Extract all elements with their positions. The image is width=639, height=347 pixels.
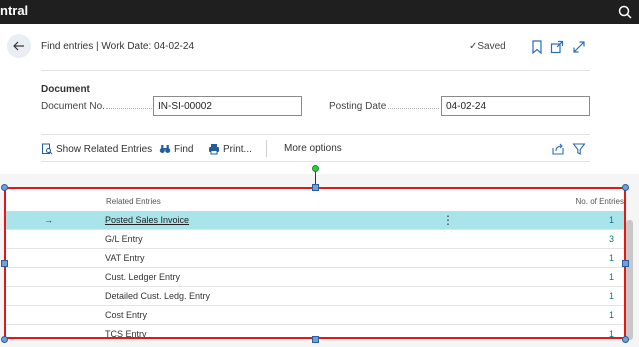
page-header-area: Find entries | Work Date: 04-02-24 ✓Save… (0, 24, 639, 174)
show-related-entries-button[interactable]: Show Related Entries (41, 143, 152, 155)
saved-status: ✓Saved (469, 41, 506, 52)
document-no-label: Document No. (41, 101, 105, 112)
resize-handle-bottom[interactable] (312, 336, 319, 343)
print-button[interactable]: Print... (208, 143, 252, 155)
find-label: Find (174, 143, 194, 155)
more-options-button[interactable]: More options (284, 143, 342, 154)
print-label: Print... (223, 143, 252, 155)
open-new-window-icon[interactable] (550, 40, 564, 54)
posting-date-leader (388, 108, 439, 109)
document-section-title: Document (41, 84, 90, 95)
back-button[interactable] (7, 34, 31, 58)
page-title: Find entries | Work Date: 04-02-24 (41, 41, 195, 52)
filter-icon[interactable] (572, 142, 586, 156)
expand-icon[interactable] (572, 40, 586, 54)
search-icon[interactable] (617, 4, 633, 20)
arrow-left-icon (13, 41, 24, 51)
more-options-label: More options (284, 143, 342, 154)
action-separator (266, 140, 267, 157)
binoculars-icon (159, 145, 171, 153)
rotation-handle[interactable] (312, 165, 319, 172)
posting-date-label: Posting Date (329, 101, 387, 112)
posting-date-field[interactable]: 04-02-24 (441, 96, 590, 116)
resize-handle-top-left[interactable] (1, 184, 8, 191)
bookmark-icon[interactable] (530, 40, 544, 54)
share-icon[interactable] (551, 142, 565, 156)
find-button[interactable]: Find (159, 143, 193, 155)
document-no-leader (106, 108, 152, 109)
resize-handle-bottom-right[interactable] (622, 336, 629, 343)
app-brand: ntral (0, 3, 29, 18)
resize-handle-bottom-left[interactable] (1, 336, 8, 343)
show-related-entries-label: Show Related Entries (56, 143, 153, 155)
app-top-bar: ntral (0, 0, 639, 24)
actions-divider (41, 161, 590, 162)
document-no-field[interactable]: IN-SI-00002 (153, 96, 302, 116)
fields-divider (41, 134, 590, 135)
resize-handle-right[interactable] (622, 260, 629, 267)
selection-frame (4, 187, 626, 339)
saved-label: Saved (477, 41, 506, 52)
resize-handle-top[interactable] (312, 184, 319, 191)
document-search-icon (42, 143, 53, 155)
resize-handle-top-right[interactable] (622, 184, 629, 191)
printer-icon (209, 144, 219, 155)
header-divider (41, 70, 590, 71)
resize-handle-left[interactable] (1, 260, 8, 267)
vertical-scrollbar[interactable] (626, 220, 633, 340)
